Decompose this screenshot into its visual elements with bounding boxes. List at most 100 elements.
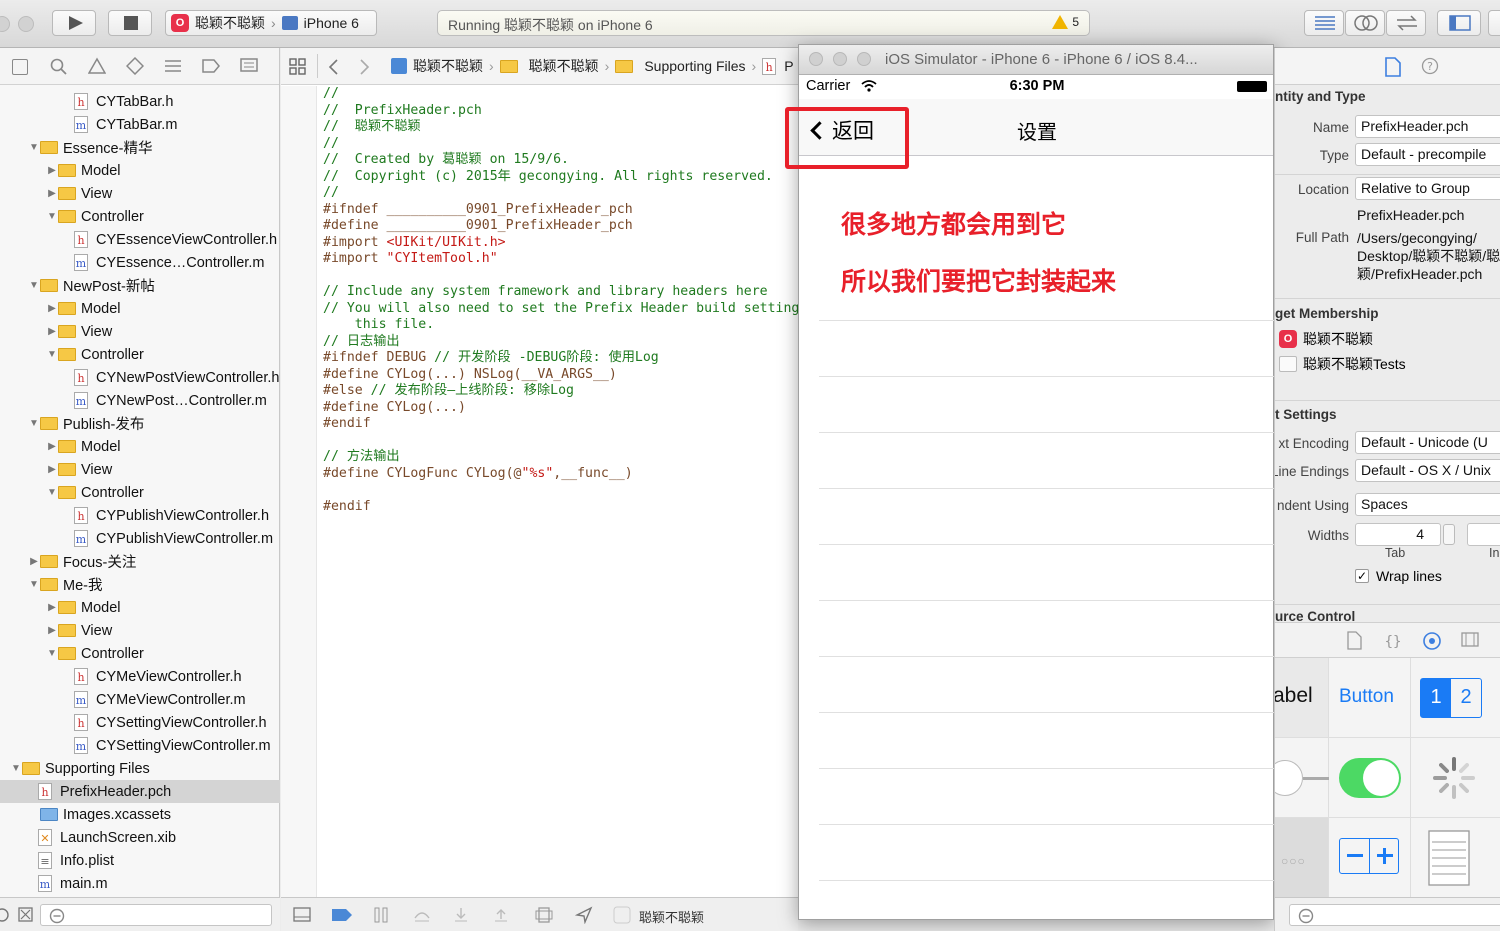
disclosure-closed-icon[interactable]: ▶	[46, 602, 58, 613]
breakpoint-icon[interactable]	[202, 59, 220, 73]
navigator-row[interactable]: ▶ View	[0, 458, 280, 481]
wrap-lines-checkbox[interactable]: ✓ Wrap lines	[1355, 568, 1442, 584]
navigator-row[interactable]: ▶ Model	[0, 159, 280, 182]
navigator-row[interactable]: ✕ LaunchScreen.xib	[0, 826, 280, 849]
tab-width-stepper[interactable]	[1443, 524, 1455, 545]
navigator-row[interactable]: ▶ View	[0, 320, 280, 343]
disclosure-open-icon[interactable]: ▼	[10, 763, 22, 774]
disclosure-open-icon[interactable]: ▼	[46, 487, 58, 498]
disclosure-closed-icon[interactable]: ▶	[46, 625, 58, 636]
tab-width-field[interactable]: 4	[1355, 523, 1441, 546]
pause-icon[interactable]	[373, 907, 389, 923]
object-library-icon[interactable]	[1422, 631, 1442, 651]
navigator-row[interactable]: ▶ Model	[0, 435, 280, 458]
disclosure-open-icon[interactable]: ▼	[46, 349, 58, 360]
breadcrumb-supporting-files[interactable]: Supporting Files	[644, 58, 745, 74]
navigator-toggle-button[interactable]	[1437, 10, 1481, 36]
navigator-row[interactable]: m CYTabBar.m	[0, 113, 280, 136]
navigator-row[interactable]: ▼ Controller	[0, 642, 280, 665]
test-diamond-icon[interactable]	[126, 57, 144, 75]
step-out-icon[interactable]	[493, 907, 509, 923]
library-item-activity-indicator[interactable]	[1411, 738, 1500, 818]
navigator-row[interactable]: ▼ Supporting Files	[0, 757, 280, 780]
standard-editor-button[interactable]	[1304, 10, 1344, 36]
target-row-app[interactable]: O 聪颖不聪颖	[1279, 329, 1373, 349]
disclosure-open-icon[interactable]: ▼	[46, 648, 58, 659]
forward-chevron-icon[interactable]	[359, 58, 371, 76]
breadcrumb-file[interactable]: P	[784, 58, 793, 74]
indent-using-select[interactable]: Spaces	[1355, 493, 1500, 516]
line-endings-select[interactable]: Default - OS X / Unix	[1355, 459, 1500, 482]
navigator-row[interactable]: ▶ View	[0, 182, 280, 205]
navigator-row[interactable]: m CYMeViewController.m	[0, 688, 280, 711]
disclosure-open-icon[interactable]: ▼	[46, 211, 58, 222]
navigator-row[interactable]: ▶ View	[0, 619, 280, 642]
navigator-row[interactable]: h PrefixHeader.pch	[0, 780, 280, 803]
disclosure-closed-icon[interactable]: ▶	[46, 464, 58, 475]
navigator-row[interactable]: m CYNewPost…Controller.m	[0, 389, 280, 412]
indent-width-field[interactable]	[1467, 523, 1500, 546]
scheme-name[interactable]: 聪颖不聪颖	[195, 13, 265, 33]
navigator-row[interactable]: ▼ Controller	[0, 205, 280, 228]
breadcrumb-project[interactable]: 聪颖不聪颖	[413, 56, 483, 76]
breakpoints-toggle-icon[interactable]	[331, 908, 353, 922]
library-item-page-control[interactable]: ○○○	[1275, 818, 1329, 898]
related-items-icon[interactable]	[289, 58, 307, 76]
navigator-row[interactable]: h CYTabBar.h	[0, 90, 280, 113]
recent-files-icon[interactable]	[0, 907, 12, 923]
file-template-icon[interactable]	[1347, 631, 1363, 651]
sim-close-button[interactable]	[809, 52, 823, 66]
media-library-icon[interactable]	[1461, 632, 1479, 648]
library-item-stepper[interactable]	[1329, 818, 1411, 898]
navigator-row[interactable]: ▼ Publish-发布	[0, 412, 280, 435]
minimize-window-button[interactable]	[18, 16, 34, 32]
navigator-row[interactable]: Images.xcassets	[0, 803, 280, 826]
disclosure-open-icon[interactable]: ▼	[28, 142, 40, 153]
step-into-icon[interactable]	[453, 907, 469, 923]
project-navigator-icon[interactable]	[12, 59, 28, 75]
navigator-row[interactable]: h CYSettingViewController.h	[0, 711, 280, 734]
navigator-row[interactable]: h CYEssenceViewController.h	[0, 228, 280, 251]
back-chevron-icon[interactable]	[327, 58, 339, 76]
location-select[interactable]: Relative to Group	[1355, 177, 1500, 200]
navigator-row[interactable]: h CYMeViewController.h	[0, 665, 280, 688]
warning-triangle-icon[interactable]	[88, 57, 106, 75]
navigator-row[interactable]: ▼ Me-我	[0, 573, 280, 596]
navigator-row[interactable]: m CYSettingViewController.m	[0, 734, 280, 757]
run-button[interactable]	[52, 10, 96, 36]
hide-debug-area-icon[interactable]	[293, 907, 311, 923]
navigator-row[interactable]: m main.m	[0, 872, 280, 895]
disclosure-open-icon[interactable]: ▼	[28, 280, 40, 291]
search-icon[interactable]	[50, 58, 68, 76]
navigator-row[interactable]: ▼ NewPost-新帖	[0, 274, 280, 297]
sim-minimize-button[interactable]	[833, 52, 847, 66]
disclosure-closed-icon[interactable]: ▶	[28, 556, 40, 567]
library-item-button[interactable]: Button	[1329, 658, 1411, 738]
navigator-row[interactable]: ▶ Model	[0, 596, 280, 619]
navigator-row[interactable]: m CYEssence…Controller.m	[0, 251, 280, 274]
navigator-row[interactable]: ▶ Model	[0, 297, 280, 320]
debug-toggle-button[interactable]	[1488, 10, 1500, 36]
disclosure-closed-icon[interactable]: ▶	[46, 165, 58, 176]
quick-help-icon[interactable]: ?	[1421, 57, 1439, 75]
step-over-icon[interactable]	[413, 907, 431, 923]
assistant-editor-button[interactable]	[1345, 10, 1385, 36]
location-arrow-icon[interactable]	[575, 906, 593, 924]
library-item-segmented[interactable]: 1 2	[1411, 658, 1500, 738]
disclosure-closed-icon[interactable]: ▶	[46, 326, 58, 337]
warning-badge[interactable]: 5	[1052, 15, 1079, 29]
navigator-row[interactable]: h CYNewPostViewController.h	[0, 366, 280, 389]
library-item-label[interactable]: abel	[1275, 658, 1329, 738]
debug-list-icon[interactable]	[164, 58, 182, 74]
version-editor-button[interactable]	[1386, 10, 1426, 36]
breadcrumb-group[interactable]: 聪颖不聪颖	[529, 56, 599, 76]
disclosure-closed-icon[interactable]: ▶	[46, 303, 58, 314]
close-window-button[interactable]	[0, 16, 10, 32]
stop-button[interactable]	[108, 10, 152, 36]
navigator-row[interactable]: ▼ Controller	[0, 481, 280, 504]
library-item-switch[interactable]	[1329, 738, 1411, 818]
target-row-tests[interactable]: 聪颖不聪颖Tests	[1279, 354, 1406, 374]
navigator-row[interactable]: ▼ Essence-精华	[0, 136, 280, 159]
code-text[interactable]: // // PrefixHeader.pch // 聪颖不聪颖 // // Cr…	[323, 86, 799, 515]
code-snippet-icon[interactable]: {}	[1385, 631, 1401, 651]
